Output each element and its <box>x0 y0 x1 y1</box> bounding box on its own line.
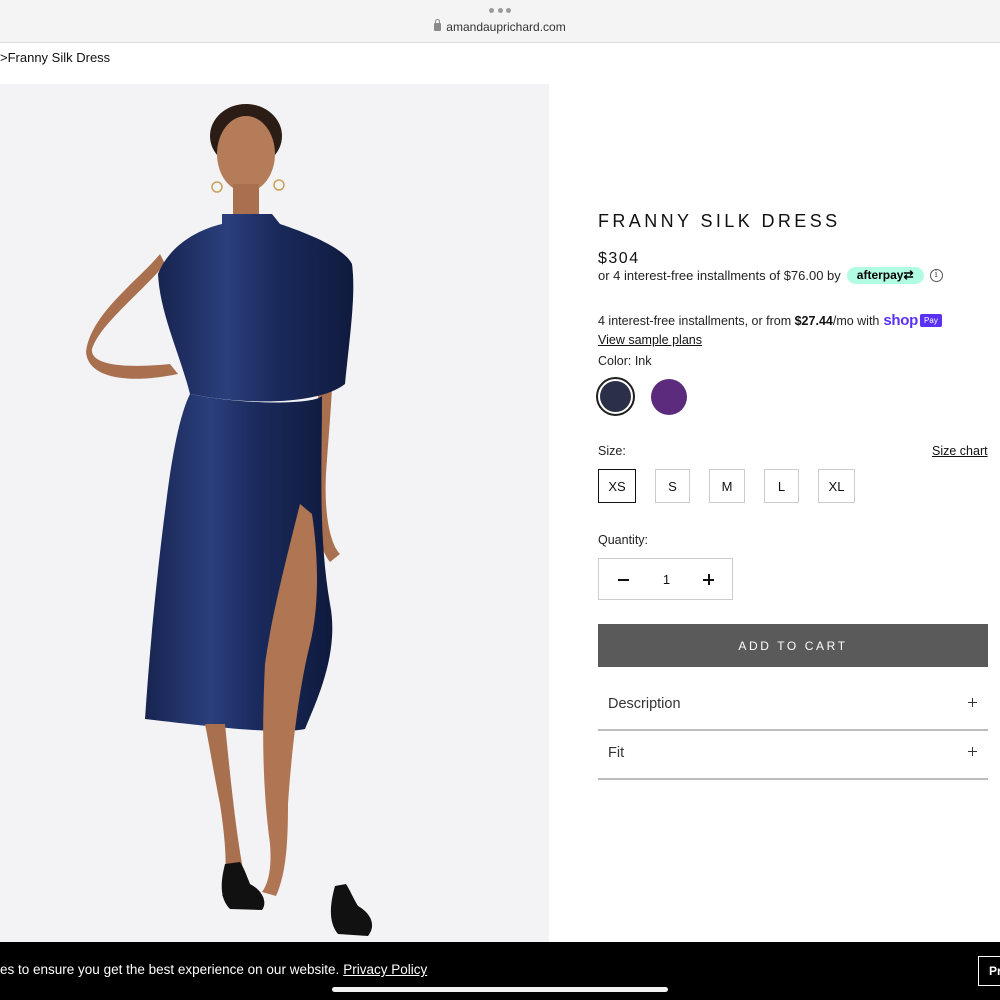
size-option-xs[interactable]: XS <box>598 469 636 503</box>
accordion-description[interactable]: Description <box>598 683 988 731</box>
shop-pay-text-pre: 4 interest-free installments, or from <box>598 313 792 328</box>
model-photo <box>0 84 549 942</box>
size-label: Size: <box>598 444 626 458</box>
add-to-cart-button[interactable]: ADD TO CART <box>598 624 988 667</box>
cookie-text: ies to ensure you get the best experienc… <box>0 962 427 977</box>
view-sample-plans-link[interactable]: View sample plans <box>598 333 702 347</box>
color-swatch-ink[interactable] <box>596 377 635 416</box>
quantity-stepper: 1 <box>598 558 733 600</box>
cookie-accept-button[interactable]: Pr <box>978 956 1000 986</box>
more-dots-icon[interactable] <box>489 8 511 14</box>
accordion-label: Description <box>608 696 681 712</box>
swatch-fill <box>600 381 631 412</box>
size-option-s[interactable]: S <box>655 469 690 503</box>
size-option-l[interactable]: L <box>764 469 799 503</box>
color-swatch-purple[interactable] <box>651 379 687 415</box>
size-chart-link[interactable]: Size chart <box>932 444 988 458</box>
expand-plus-icon <box>968 747 978 757</box>
afterpay-line: or 4 interest-free installments of $76.0… <box>598 266 943 284</box>
accordion-label: Fit <box>608 745 625 761</box>
product-title: FRANNY SILK DRESS <box>598 211 841 231</box>
afterpay-badge[interactable]: afterpay⇄ <box>846 266 924 284</box>
afterpay-text: or 4 interest-free installments of $76.0… <box>598 267 841 283</box>
breadcrumb[interactable]: >Franny Silk Dress <box>0 50 110 65</box>
quantity-value[interactable]: 1 <box>649 572 684 587</box>
shop-pay-text-post: /mo with <box>832 313 880 328</box>
page: amandauprichard.com >Franny Silk Dress F… <box>0 0 1000 1000</box>
color-label: Color: Ink <box>598 354 652 368</box>
expand-plus-icon <box>968 698 978 708</box>
plus-icon[interactable] <box>701 572 717 588</box>
minus-icon[interactable] <box>616 572 632 588</box>
url-text: amandauprichard.com <box>446 20 566 34</box>
shop-pay-badge: Pay <box>920 314 942 327</box>
home-indicator[interactable] <box>332 987 668 992</box>
shop-pay-amount: $27.44 <box>794 313 833 328</box>
product-image[interactable] <box>0 84 549 942</box>
cookie-message: ies to ensure you get the best experienc… <box>0 962 340 977</box>
size-option-xl[interactable]: XL <box>818 469 855 503</box>
quantity-label: Quantity: <box>598 533 649 547</box>
lock-icon <box>434 19 442 31</box>
privacy-policy-link[interactable]: Privacy Policy <box>343 962 427 977</box>
shop-pay-line: 4 interest-free installments, or from $2… <box>598 312 942 329</box>
browser-address-bar: amandauprichard.com <box>0 0 1000 43</box>
info-icon[interactable]: i <box>929 268 943 282</box>
accordion-fit[interactable]: Fit <box>598 732 988 780</box>
shop-logo-icon: shop <box>883 312 919 329</box>
size-option-m[interactable]: M <box>709 469 745 503</box>
url-display[interactable]: amandauprichard.com <box>0 19 1000 34</box>
